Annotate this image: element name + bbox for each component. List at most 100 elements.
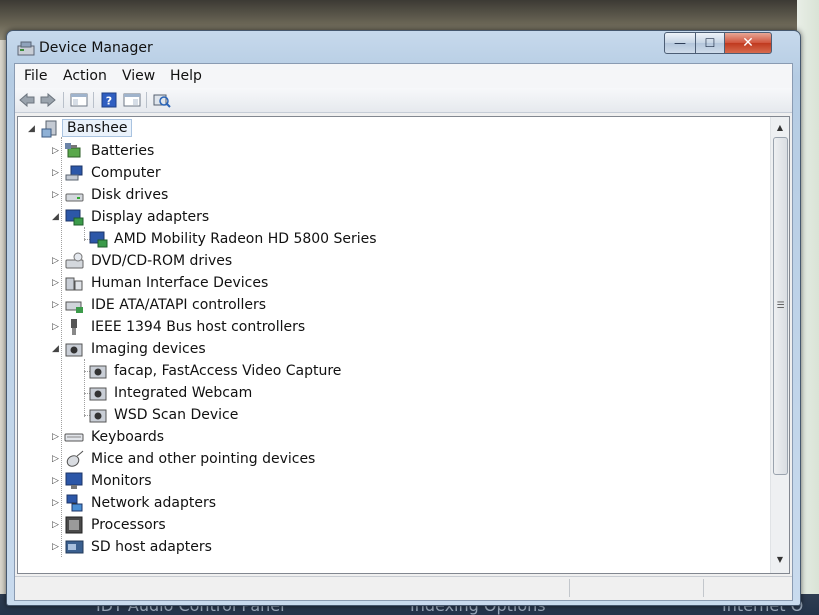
tree-node-label: Network adapters [91, 495, 216, 511]
tree-leaf-amd-radeon[interactable]: AMD Mobility Radeon HD 5800 Series [18, 228, 768, 250]
tree-node-label: Imaging devices [91, 341, 206, 357]
display-adapter-icon [89, 231, 108, 248]
collapse-arrow-icon[interactable]: ◢ [52, 212, 60, 222]
close-button[interactable]: ✕ [724, 32, 772, 54]
tree-node-label: Display adapters [91, 209, 210, 225]
minimize-icon: — [674, 36, 686, 50]
tree-node-display-adapters[interactable]: ◢ Display adapters [18, 206, 768, 228]
disk-drive-icon [65, 193, 84, 202]
status-bar [15, 576, 792, 599]
expand-arrow-icon[interactable]: ▷ [52, 278, 60, 288]
expand-arrow-icon[interactable]: ▷ [52, 190, 60, 200]
tree-root[interactable]: ◢ Banshee [18, 118, 768, 140]
processor-icon [65, 516, 83, 534]
tree-node-label: Processors [91, 517, 166, 533]
device-tree[interactable]: ◢ Banshee ▷ Batteries ▷ Computer ▷ Disk … [17, 116, 790, 574]
imaging-device-icon [89, 409, 107, 423]
mouse-icon [66, 450, 84, 467]
tree-leaf-label: Integrated Webcam [114, 385, 253, 401]
expand-arrow-icon[interactable]: ▷ [52, 322, 60, 332]
scan-hardware-changes-button[interactable] [153, 91, 171, 109]
close-icon: ✕ [742, 35, 754, 51]
status-pane [703, 579, 704, 597]
tree-leaf-wsd-scan[interactable]: WSD Scan Device [18, 404, 768, 426]
tree-node-disk-drives[interactable]: ▷ Disk drives [18, 184, 768, 206]
tree-node-mice[interactable]: ▷ Mice and other pointing devices [18, 448, 768, 470]
help-button[interactable]: ? [100, 91, 118, 109]
expand-arrow-icon[interactable]: ▷ [52, 498, 60, 508]
forward-button[interactable] [39, 91, 57, 109]
tree-node-label: Monitors [91, 473, 152, 489]
tree-leaf-facap[interactable]: facap, FastAccess Video Capture [18, 360, 768, 382]
tree-node-hid[interactable]: ▷ Human Interface Devices [18, 272, 768, 294]
scroll-up-arrow-icon[interactable]: ▲ [771, 119, 789, 135]
network-adapter-icon [66, 494, 83, 512]
menu-view[interactable]: View [122, 68, 155, 84]
tree-node-sd-host-adapters[interactable]: ▷ SD host adapters [18, 536, 768, 558]
dvd-drive-icon [65, 252, 84, 269]
scroll-down-arrow-icon[interactable]: ▼ [771, 551, 789, 567]
computer-root-icon [41, 120, 57, 138]
tree-node-computer[interactable]: ▷ Computer [18, 162, 768, 184]
monitor-icon [65, 472, 83, 489]
tree-node-processors[interactable]: ▷ Processors [18, 514, 768, 536]
collapse-arrow-icon[interactable]: ◢ [28, 124, 36, 134]
expand-arrow-icon[interactable]: ▷ [52, 454, 60, 464]
tree-node-label: IEEE 1394 Bus host controllers [91, 319, 306, 335]
menu-bar: File Action View Help [15, 64, 792, 88]
tree-node-ide-controllers[interactable]: ▷ IDE ATA/ATAPI controllers [18, 294, 768, 316]
toolbar-separator [63, 92, 64, 108]
menu-file[interactable]: File [24, 68, 47, 84]
toolbar-separator [146, 92, 147, 108]
device-manager-icon [17, 41, 35, 56]
expand-arrow-icon[interactable]: ▷ [52, 476, 60, 486]
tree-node-network-adapters[interactable]: ▷ Network adapters [18, 492, 768, 514]
expand-arrow-icon[interactable]: ▷ [52, 146, 60, 156]
display-adapter-icon [65, 209, 84, 226]
show-hide-console-tree-button[interactable] [70, 91, 88, 109]
vertical-scrollbar[interactable]: ▲ ☰ ▼ [770, 117, 789, 573]
expand-arrow-icon[interactable]: ▷ [52, 432, 60, 442]
expand-arrow-icon[interactable]: ▷ [52, 520, 60, 530]
properties-button[interactable] [123, 91, 141, 109]
tree-node-keyboards[interactable]: ▷ Keyboards [18, 426, 768, 448]
device-manager-window: Device Manager — ☐ ✕ File Action View He… [6, 30, 801, 606]
tree-node-label: Computer [91, 165, 161, 181]
back-button[interactable] [18, 91, 36, 109]
keyboard-icon [64, 433, 84, 442]
back-arrow-icon [19, 93, 35, 107]
scrollbar-thumb[interactable]: ☰ [773, 137, 788, 475]
expand-arrow-icon[interactable]: ▷ [52, 168, 60, 178]
tree-node-dvd-drives[interactable]: ▷ DVD/CD-ROM drives [18, 250, 768, 272]
menu-action[interactable]: Action [63, 68, 107, 84]
expand-arrow-icon[interactable]: ▷ [52, 300, 60, 310]
help-icon: ? [101, 92, 117, 108]
tree-node-label: Disk drives [91, 187, 169, 203]
tree-leaf-label: AMD Mobility Radeon HD 5800 Series [114, 231, 377, 247]
expand-arrow-icon[interactable]: ▷ [52, 542, 60, 552]
minimize-button[interactable]: — [664, 32, 696, 54]
tree-leaf-integrated-webcam[interactable]: Integrated Webcam [18, 382, 768, 404]
battery-icon [65, 143, 81, 158]
scan-hardware-icon [153, 94, 171, 108]
window-title: Device Manager [39, 40, 153, 56]
ieee1394-icon [71, 319, 77, 335]
tree-node-batteries[interactable]: ▷ Batteries [18, 140, 768, 162]
sd-host-icon [65, 540, 84, 554]
svg-text:?: ? [106, 95, 112, 108]
tree-node-label: Keyboards [91, 429, 165, 445]
properties-icon [123, 93, 141, 107]
tree-node-label: DVD/CD-ROM drives [91, 253, 233, 269]
tree-node-imaging-devices[interactable]: ◢ Imaging devices [18, 338, 768, 360]
tree-node-ieee1394[interactable]: ▷ IEEE 1394 Bus host controllers [18, 316, 768, 338]
menu-help[interactable]: Help [170, 68, 202, 84]
ide-controller-icon [65, 301, 83, 313]
toolbar-separator [93, 92, 94, 108]
maximize-button[interactable]: ☐ [695, 32, 725, 54]
imaging-device-icon [65, 343, 83, 357]
expand-arrow-icon[interactable]: ▷ [52, 256, 60, 266]
status-pane [569, 579, 570, 597]
title-bar[interactable]: Device Manager — ☐ ✕ [7, 31, 800, 63]
collapse-arrow-icon[interactable]: ◢ [52, 344, 60, 354]
tree-node-monitors[interactable]: ▷ Monitors [18, 470, 768, 492]
